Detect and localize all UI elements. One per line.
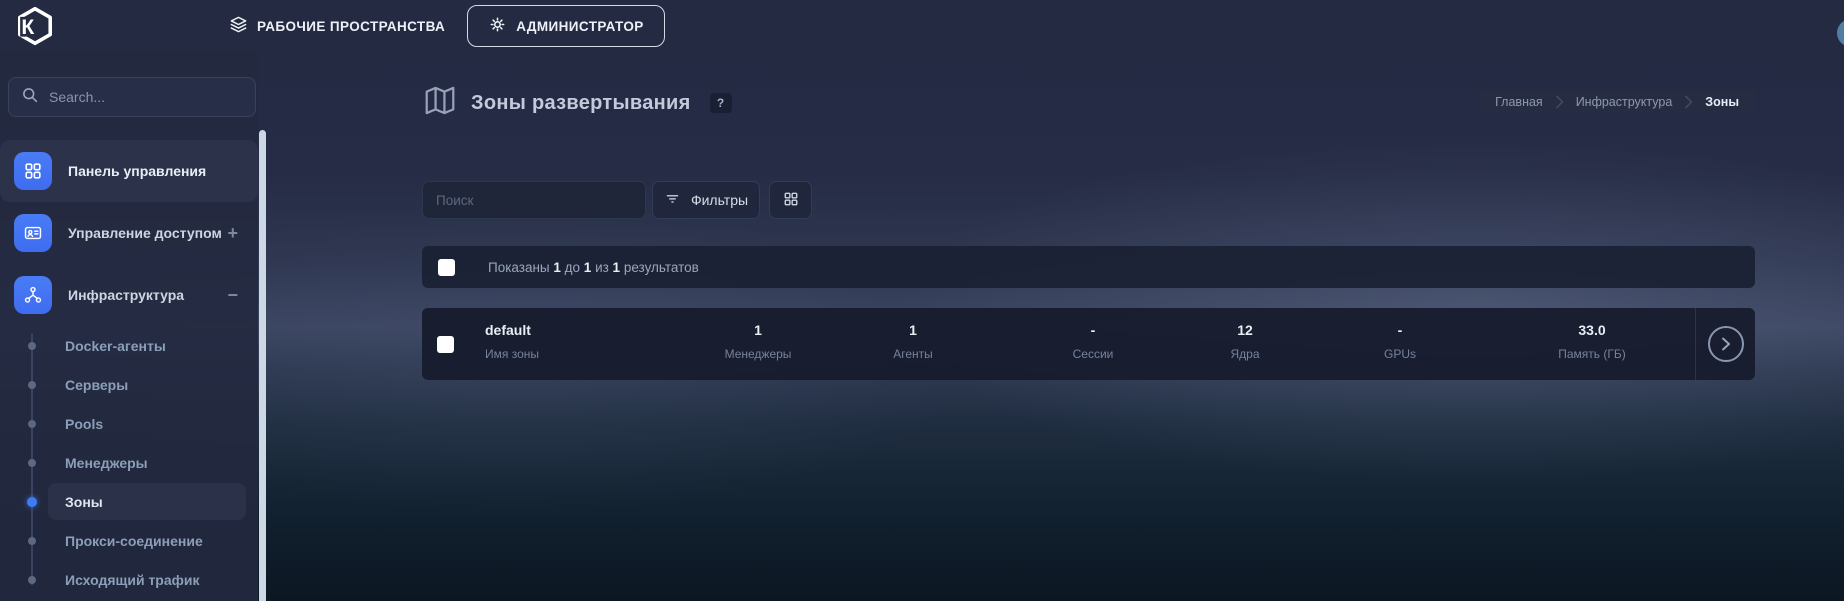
main-content: Зоны развертывания ? Главная Инфраструкт…: [422, 52, 1755, 601]
gpus-value: -: [1384, 322, 1416, 338]
sessions-label: Сессии: [1073, 347, 1114, 361]
page-title: Зоны развертывания: [471, 92, 691, 115]
nav-administrator[interactable]: АДМИНИСТРАТОР: [467, 5, 664, 47]
nav-administrator-label: АДМИНИСТРАТОР: [516, 19, 643, 34]
sidebar-subitem-zones[interactable]: Зоны: [0, 482, 258, 521]
gear-icon: [488, 15, 507, 37]
results-summary-bar: Показаны 1 до 1 из 1 результатов: [422, 246, 1755, 288]
sidebar-menu: Панель управления Управление доступом +: [0, 140, 258, 599]
filters-button-label: Фильтры: [691, 192, 748, 208]
subitem-label: Менеджеры: [65, 455, 148, 471]
breadcrumb-zones: Зоны: [1705, 95, 1739, 109]
cores-value: 12: [1230, 322, 1259, 338]
map-icon: [422, 85, 458, 121]
sidebar-subitem-servers[interactable]: Серверы: [0, 365, 258, 404]
managers-value: 1: [725, 322, 792, 338]
bullet-dot-icon: [28, 381, 36, 389]
grid-view-button[interactable]: [769, 181, 812, 219]
id-card-icon: [14, 214, 52, 252]
dashboard-grid-icon: [14, 152, 52, 190]
filters-button[interactable]: Фильтры: [652, 181, 760, 219]
bullet-dot-icon: [28, 576, 36, 584]
sidebar-item-infrastructure[interactable]: Инфраструктура −: [0, 264, 258, 326]
zone-name-value: default: [485, 322, 539, 338]
sidebar-search-box: [8, 77, 256, 117]
cores-label: Ядра: [1230, 347, 1259, 361]
search-input[interactable]: [422, 181, 646, 219]
bullet-dot-icon: [28, 537, 36, 545]
cell-cores: 12 Ядра: [1230, 322, 1259, 361]
managers-label: Менеджеры: [725, 347, 792, 361]
sidebar-scrollbar[interactable]: [259, 130, 266, 601]
select-all-checkbox[interactable]: [438, 259, 455, 276]
sessions-value: -: [1073, 322, 1114, 338]
sidebar-item-label: Инфраструктура: [68, 287, 184, 303]
expand-plus-icon[interactable]: +: [227, 223, 238, 244]
app-window: К РАБОЧИЕ ПРОСТРАНСТВА: [0, 0, 1844, 601]
nodes-icon: [14, 276, 52, 314]
sidebar-search-input[interactable]: [49, 89, 243, 105]
breadcrumb-home[interactable]: Главная: [1495, 95, 1543, 109]
row-expand-cell: [1695, 308, 1755, 380]
top-bar: К РАБОЧИЕ ПРОСТРАНСТВА: [0, 0, 1844, 52]
subitem-label: Docker-агенты: [65, 338, 166, 354]
chevron-right-icon: [1555, 94, 1564, 110]
cell-sessions: - Сессии: [1073, 322, 1114, 361]
nav-workspaces[interactable]: РАБОЧИЕ ПРОСТРАНСТВА: [229, 15, 445, 37]
bullet-dot-icon: [28, 420, 36, 428]
breadcrumb-infrastructure[interactable]: Инфраструктура: [1576, 95, 1673, 109]
agents-value: 1: [893, 322, 933, 338]
cell-zone-name: default Имя зоны: [485, 322, 539, 361]
search-icon: [21, 86, 39, 109]
gpus-label: GPUs: [1384, 347, 1416, 361]
breadcrumb: Главная Инфраструктура Зоны: [1479, 90, 1755, 113]
sidebar-subitem-pools[interactable]: Pools: [0, 404, 258, 443]
subitem-label: Исходящий трафик: [65, 572, 200, 588]
collapse-minus-icon[interactable]: −: [227, 285, 238, 306]
sidebar-item-dashboard[interactable]: Панель управления: [0, 140, 258, 202]
sidebar-subitem-docker-agents[interactable]: Docker-агенты: [0, 326, 258, 365]
results-summary-text: Показаны 1 до 1 из 1 результатов: [488, 260, 699, 275]
sidebar-item-label: Управление доступом: [68, 225, 222, 241]
row-checkbox[interactable]: [437, 336, 454, 353]
bullet-dot-icon: [28, 342, 36, 350]
cell-memory: 33.0 Память (ГБ): [1558, 322, 1626, 361]
list-toolbar: Фильтры: [422, 181, 812, 219]
cell-managers: 1 Менеджеры: [725, 322, 792, 361]
memory-label: Память (ГБ): [1558, 347, 1626, 361]
user-avatar[interactable]: [1837, 19, 1844, 47]
subitem-label: Прокси-соединение: [65, 533, 203, 549]
sidebar-submenu-infrastructure: Docker-агенты Серверы Pools Менеджеры: [0, 326, 258, 599]
sidebar-item-access[interactable]: Управление доступом +: [0, 202, 258, 264]
sidebar-subitem-proxy[interactable]: Прокси-соединение: [0, 521, 258, 560]
cell-gpus: - GPUs: [1384, 322, 1416, 361]
bullet-dot-icon: [28, 459, 36, 467]
page-header: Зоны развертывания ?: [422, 86, 732, 120]
row-open-button[interactable]: [1708, 326, 1744, 362]
sidebar-item-label: Панель управления: [68, 163, 206, 179]
chevron-right-icon: [1684, 94, 1693, 110]
layers-icon: [229, 15, 248, 37]
agents-label: Агенты: [893, 347, 933, 361]
sidebar-subitem-managers[interactable]: Менеджеры: [0, 443, 258, 482]
sidebar: Панель управления Управление доступом +: [0, 52, 258, 601]
table-row[interactable]: default Имя зоны 1 Менеджеры 1 Агенты - …: [422, 308, 1755, 380]
memory-value: 33.0: [1558, 322, 1626, 338]
subitem-label: Серверы: [65, 377, 128, 393]
svg-text:К: К: [21, 16, 34, 39]
sidebar-subitem-egress[interactable]: Исходящий трафик: [0, 560, 258, 599]
subitem-label: Зоны: [65, 494, 103, 510]
filter-icon: [664, 190, 681, 210]
zone-name-label: Имя зоны: [485, 347, 539, 361]
help-badge[interactable]: ?: [710, 93, 732, 113]
nav-workspaces-label: РАБОЧИЕ ПРОСТРАНСТВА: [257, 19, 445, 34]
top-navigation: РАБОЧИЕ ПРОСТРАНСТВА АДМИНИСТРАТОР: [229, 0, 665, 52]
cell-agents: 1 Агенты: [893, 322, 933, 361]
bullet-dot-icon: [27, 497, 37, 507]
subitem-label: Pools: [65, 416, 103, 432]
grid-view-icon: [782, 190, 800, 211]
app-logo-icon[interactable]: К: [14, 5, 56, 47]
